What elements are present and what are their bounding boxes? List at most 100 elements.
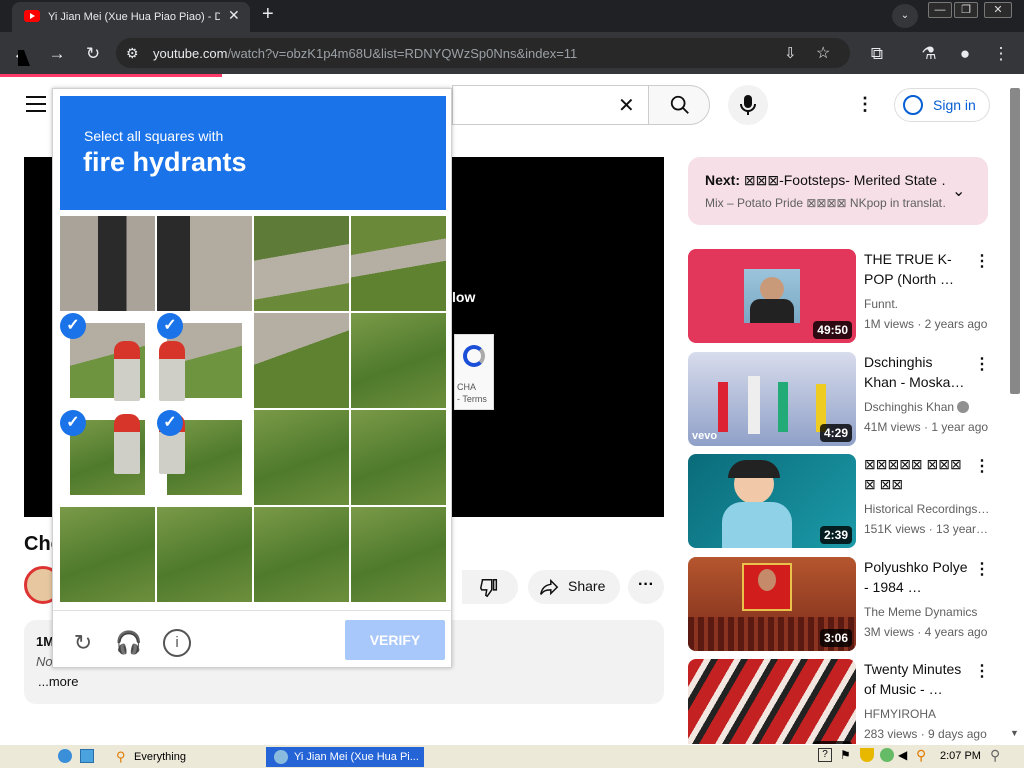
video-thumbnail[interactable]: vevo 4:29 xyxy=(688,352,856,446)
related-video-channel[interactable]: Dschinghis Khan xyxy=(864,400,988,414)
tray-shield-icon[interactable] xyxy=(860,748,874,762)
address-bar[interactable]: ⚙ youtube.com/watch?v=obzK1p4m68U&list=R… xyxy=(116,38,850,68)
related-video-channel[interactable]: The Meme Dynamics xyxy=(864,605,988,619)
video-options-kebab-icon[interactable]: ⋮ xyxy=(974,354,990,374)
reload-icon[interactable]: ↻ xyxy=(82,43,104,65)
browser-menu-icon[interactable]: ⋮ xyxy=(990,43,1012,65)
captcha-tile[interactable] xyxy=(351,313,446,408)
extensions-icon[interactable]: ⧉ xyxy=(866,43,888,65)
channel-name: Dschinghis Khan xyxy=(864,400,955,414)
tray-status-icon[interactable] xyxy=(880,748,894,762)
captcha-footer-divider xyxy=(53,610,453,611)
related-video[interactable]: vevo 4:29 Dschinghis Khan - Moska… Dschi… xyxy=(688,352,990,448)
verify-button[interactable]: VERIFY xyxy=(345,620,445,660)
install-app-icon[interactable]: ⇩ xyxy=(784,44,797,62)
up-next-playlist-panel[interactable]: Next: ⊠⊠⊠-Footsteps- Merited State … Mix… xyxy=(688,157,988,225)
audio-challenge-headphones-icon[interactable]: 🎧 xyxy=(115,629,143,657)
captcha-tile[interactable] xyxy=(254,507,349,602)
window-close-button[interactable]: ✕ xyxy=(984,2,1012,18)
captcha-tile[interactable] xyxy=(351,410,446,505)
window-maximize-button[interactable]: ❐ xyxy=(954,2,978,18)
video-options-kebab-icon[interactable]: ⋮ xyxy=(974,559,990,579)
labs-flask-icon[interactable]: ⚗ xyxy=(918,43,940,65)
captcha-tile[interactable]: ✓ xyxy=(157,313,252,408)
sign-in-button[interactable]: Sign in xyxy=(894,88,990,122)
related-video-title[interactable]: Dschinghis Khan - Moska… xyxy=(864,352,968,392)
page-scrollbar-thumb[interactable] xyxy=(1010,88,1020,394)
player-overlay-text: low xyxy=(452,289,476,305)
tray-network-icon[interactable]: ⚑ xyxy=(840,748,851,762)
video-thumbnail[interactable]: 18:51 xyxy=(688,659,856,753)
related-video[interactable]: 3:06 Polyushko Polye - 1984 … The Meme D… xyxy=(688,557,990,653)
video-duration: 4:29 xyxy=(819,424,852,442)
related-video-title[interactable]: Twenty Minutes of Music - … xyxy=(864,659,968,699)
description-more-link[interactable]: ...more xyxy=(38,674,78,689)
captcha-tile[interactable] xyxy=(157,507,252,602)
microphone-icon xyxy=(740,95,756,115)
captcha-tile[interactable] xyxy=(254,216,349,311)
captcha-tile[interactable] xyxy=(254,313,349,408)
reload-challenge-icon[interactable]: ↻ xyxy=(69,629,97,657)
taskbar-clock[interactable]: 2:07 PM xyxy=(940,750,981,762)
new-tab-button[interactable]: + xyxy=(262,3,274,26)
forward-arrow-icon[interactable]: → xyxy=(46,43,68,65)
url-domain: youtube.com xyxy=(153,46,228,61)
video-options-kebab-icon[interactable]: ⋮ xyxy=(974,456,990,476)
scroll-down-arrow-icon[interactable]: ▼ xyxy=(1010,728,1019,738)
captcha-tile[interactable]: ✓ xyxy=(60,410,155,505)
url-text: youtube.com/watch?v=obzK1p4m68U&list=RDN… xyxy=(153,46,577,61)
share-button[interactable]: Share xyxy=(528,570,620,604)
captcha-tile[interactable] xyxy=(60,507,155,602)
bookmark-star-icon[interactable]: ☆ xyxy=(816,43,830,63)
related-video[interactable]: 18:51 Twenty Minutes of Music - … HFMYIR… xyxy=(688,659,990,755)
more-actions-icon[interactable]: ··· xyxy=(628,570,664,604)
video-options-kebab-icon[interactable]: ⋮ xyxy=(974,251,990,271)
captcha-tile[interactable] xyxy=(157,216,252,311)
captcha-tile[interactable] xyxy=(254,410,349,505)
video-thumbnail[interactable]: 2:39 xyxy=(688,454,856,548)
captcha-tile-image xyxy=(60,507,155,602)
tab-search-chevron-icon[interactable]: ⌄ xyxy=(892,4,918,28)
tile-selected-check-icon: ✓ xyxy=(157,410,183,436)
ie-launcher-icon[interactable] xyxy=(58,749,72,763)
related-video-channel[interactable]: Historical Recordings… xyxy=(864,502,988,516)
browser-tab[interactable]: Yi Jian Mei (Xue Hua Piao Piao) - D ✕ xyxy=(12,2,250,32)
video-options-kebab-icon[interactable]: ⋮ xyxy=(974,661,990,681)
explorer-launcher-icon[interactable] xyxy=(80,749,94,763)
captcha-tile-image xyxy=(254,313,349,408)
chevron-down-icon[interactable]: ⌄ xyxy=(952,181,965,201)
related-video-channel[interactable]: HFMYIROHA xyxy=(864,707,988,721)
guide-menu-icon[interactable] xyxy=(26,96,46,112)
voice-search-button[interactable] xyxy=(728,85,768,125)
video-thumbnail[interactable]: 49:50 xyxy=(688,249,856,343)
related-video-title[interactable]: Polyushko Polye - 1984 … xyxy=(864,557,968,597)
profile-icon[interactable]: ● xyxy=(954,43,976,65)
captcha-tile-image xyxy=(157,216,252,311)
window-minimize-button[interactable]: — xyxy=(928,2,952,18)
sign-in-label: Sign in xyxy=(933,97,976,113)
captcha-tile[interactable]: ✓ xyxy=(157,410,252,505)
related-video-title[interactable]: ⊠⊠⊠⊠⊠ ⊠⊠⊠ ⊠ ⊠⊠ xyxy=(864,454,968,494)
video-thumbnail[interactable]: 3:06 xyxy=(688,557,856,651)
settings-kebab-icon[interactable]: ⋮ xyxy=(856,94,874,115)
related-video-title[interactable]: THE TRUE K-POP (North … xyxy=(864,249,968,289)
related-video[interactable]: 49:50 THE TRUE K-POP (North … Funnt. 1M … xyxy=(688,249,990,345)
dislike-button[interactable] xyxy=(462,570,518,604)
site-info-icon[interactable]: ⚙ xyxy=(126,45,139,62)
search-button[interactable] xyxy=(648,85,710,125)
tray-help-icon[interactable]: ? xyxy=(818,748,832,762)
captcha-tile[interactable]: ✓ xyxy=(60,313,155,408)
captcha-tile[interactable] xyxy=(351,216,446,311)
tab-close-icon[interactable]: ✕ xyxy=(228,7,240,24)
taskbar-everything[interactable]: ⚲ Everything xyxy=(116,747,256,767)
help-info-icon[interactable]: i xyxy=(163,629,191,657)
taskbar-active-window[interactable]: Yi Jian Mei (Xue Hua Pi... xyxy=(266,747,424,767)
clear-search-icon[interactable]: ✕ xyxy=(618,93,635,118)
spotlight-search-icon[interactable]: ⚲ xyxy=(990,747,1000,764)
tray-search-icon[interactable]: ⚲ xyxy=(916,747,926,764)
related-video[interactable]: 2:39 ⊠⊠⊠⊠⊠ ⊠⊠⊠ ⊠ ⊠⊠ Historical Recording… xyxy=(688,454,990,550)
captcha-tile[interactable] xyxy=(351,507,446,602)
captcha-tile[interactable] xyxy=(60,216,155,311)
related-video-channel[interactable]: Funnt. xyxy=(864,297,988,311)
tray-volume-icon[interactable]: ◀ xyxy=(898,748,907,762)
